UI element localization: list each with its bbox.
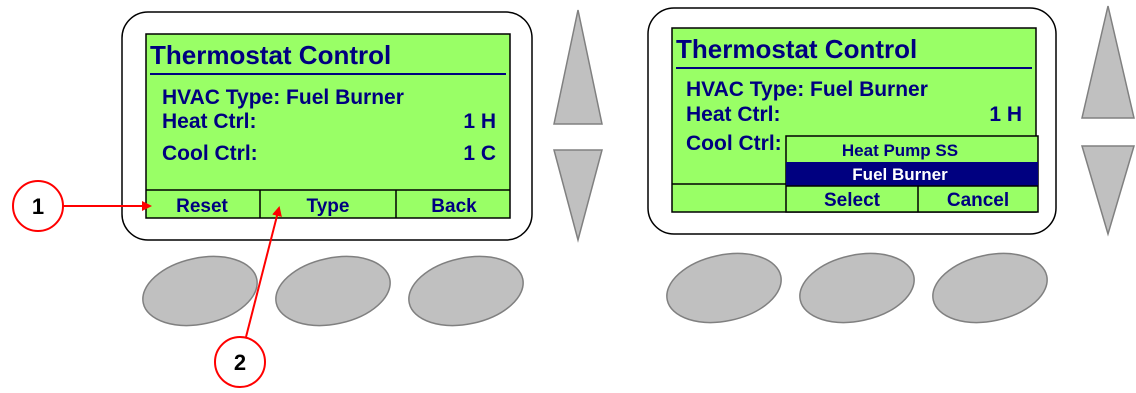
- left-cool-ctrl-value: 1 C: [463, 142, 496, 165]
- up-arrow-button[interactable]: [1081, 5, 1135, 119]
- callout-2-number: 2: [234, 350, 246, 375]
- back-softkey[interactable]: Back: [431, 196, 477, 217]
- softkey-button-2[interactable]: [269, 247, 396, 336]
- left-cool-ctrl-label: Cool Ctrl:: [162, 142, 258, 165]
- right-device: Thermostat Control HVAC Type: Fuel Burne…: [647, 5, 1136, 333]
- right-screen-title: Thermostat Control: [676, 34, 917, 64]
- softkey-button-2[interactable]: [793, 244, 920, 333]
- left-hvac-type-row: HVAC Type: Fuel Burner: [162, 86, 404, 109]
- select-softkey[interactable]: Select: [824, 190, 881, 211]
- softkey-button-1[interactable]: [660, 244, 787, 333]
- left-heat-ctrl-value: 1 H: [463, 110, 496, 133]
- up-arrow-button[interactable]: [553, 9, 603, 125]
- type-softkey[interactable]: Type: [307, 196, 350, 217]
- reset-softkey[interactable]: Reset: [176, 196, 228, 217]
- menu-option-fuel-burner[interactable]: Fuel Burner: [852, 165, 948, 184]
- down-arrow-button[interactable]: [553, 149, 603, 243]
- right-cool-ctrl-label: Cool Ctrl:: [686, 132, 782, 155]
- hvac-type-popup-menu: Heat Pump SS Fuel Burner Select Cancel: [785, 135, 1039, 213]
- down-arrow-button[interactable]: [1080, 145, 1136, 237]
- softkey-button-3[interactable]: [926, 244, 1053, 333]
- left-heat-ctrl-label: Heat Ctrl:: [162, 110, 257, 133]
- menu-option-heat-pump-ss[interactable]: Heat Pump SS: [842, 141, 958, 160]
- right-lcd-screen: Thermostat Control HVAC Type: Fuel Burne…: [671, 27, 1039, 213]
- right-hvac-type-row: HVAC Type: Fuel Burner: [686, 78, 928, 101]
- thermostat-diagram: Thermostat Control HVAC Type: Fuel Burne…: [12, 5, 1136, 388]
- softkey-button-3[interactable]: [402, 247, 529, 336]
- callout-1-number: 1: [32, 194, 44, 219]
- right-heat-ctrl-label: Heat Ctrl:: [686, 103, 781, 126]
- left-screen-title: Thermostat Control: [150, 40, 391, 70]
- cancel-softkey[interactable]: Cancel: [947, 190, 1009, 211]
- left-lcd-screen: Thermostat Control HVAC Type: Fuel Burne…: [145, 33, 511, 219]
- left-device: Thermostat Control HVAC Type: Fuel Burne…: [121, 9, 603, 336]
- right-heat-ctrl-value: 1 H: [989, 103, 1022, 126]
- softkey-button-1[interactable]: [136, 247, 263, 336]
